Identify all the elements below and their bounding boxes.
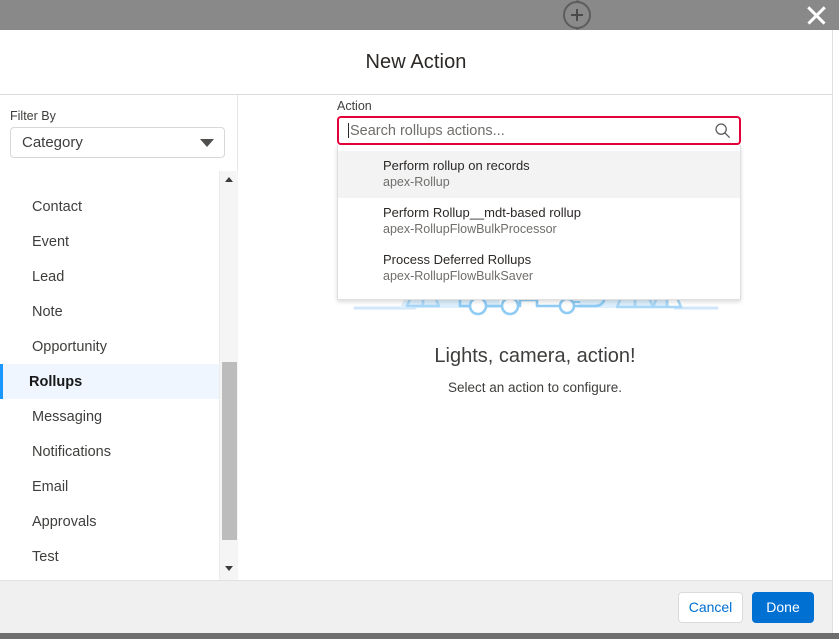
empty-state-title: Lights, camera, action! <box>238 345 832 368</box>
sidebar-item-opportunity[interactable]: Opportunity <box>0 329 219 364</box>
text-cursor <box>348 123 349 138</box>
dropdown-option[interactable]: Perform Rollup__mdt-based rollupapex-Rol… <box>338 198 740 245</box>
sidebar-item-note[interactable]: Note <box>0 294 219 329</box>
action-search-results-dropdown[interactable]: Perform rollup on recordsapex-RollupPerf… <box>337 145 741 300</box>
sidebar-item-test[interactable]: Test <box>0 539 219 574</box>
category-list-viewport: ContactEventLeadNoteOpportunityRollupsMe… <box>0 171 238 580</box>
sidebar-item-lead[interactable]: Lead <box>0 259 219 294</box>
close-icon[interactable] <box>802 1 830 29</box>
chevron-down-icon <box>200 139 214 147</box>
action-field-label: Action <box>337 99 372 113</box>
canvas-bottom-band <box>0 633 839 639</box>
page-title: New Action <box>365 51 466 74</box>
flow-builder-new-action-screen: New Action Filter By Category ContactEve… <box>0 0 839 639</box>
filter-by-selected-value: Category <box>22 134 200 151</box>
scroll-down-arrow-icon[interactable] <box>220 560 238 577</box>
dropdown-option-title: Perform Rollup__mdt-based rollup <box>383 204 728 221</box>
category-list-scrollbar[interactable] <box>219 171 238 580</box>
modal-header: New Action <box>0 30 832 95</box>
modal-body: Filter By Category ContactEventLeadNoteO… <box>0 95 832 580</box>
action-detail-panel: Action Search rollups actions... Perform… <box>238 95 832 580</box>
category-list: ContactEventLeadNoteOpportunityRollupsMe… <box>0 171 219 574</box>
dropdown-option-subtitle: apex-Rollup <box>383 174 728 191</box>
sidebar-item-email[interactable]: Email <box>0 469 219 504</box>
dropdown-option-subtitle: apex-RollupFlowBulkSaver <box>383 268 728 285</box>
sidebar-item-event[interactable]: Event <box>0 224 219 259</box>
sidebar-item-approvals[interactable]: Approvals <box>0 504 219 539</box>
action-search-box[interactable]: Search rollups actions... <box>337 116 741 145</box>
cancel-button[interactable]: Cancel <box>678 592 743 623</box>
done-button[interactable]: Done <box>752 592 814 623</box>
search-icon[interactable] <box>714 122 731 139</box>
dropdown-option[interactable]: Perform rollup on recordsapex-Rollup <box>338 151 740 198</box>
dropdown-option-subtitle: apex-RollupFlowBulkProcessor <box>383 221 728 238</box>
sidebar-item-contact[interactable]: Contact <box>0 189 219 224</box>
search-input[interactable]: Search rollups actions... <box>350 123 714 139</box>
scroll-up-arrow-icon[interactable] <box>220 171 238 188</box>
dropdown-option-title: Perform rollup on records <box>383 157 728 174</box>
sidebar-item-notifications[interactable]: Notifications <box>0 434 219 469</box>
empty-state-subtitle: Select an action to configure. <box>238 380 832 395</box>
new-action-modal: New Action Filter By Category ContactEve… <box>0 30 832 633</box>
sidebar-item-rollups[interactable]: Rollups <box>0 364 219 399</box>
filter-by-select[interactable]: Category <box>10 127 225 158</box>
dropdown-option-title: Process Deferred Rollups <box>383 251 728 268</box>
modal-right-gutter <box>832 30 839 633</box>
filter-sidebar: Filter By Category ContactEventLeadNoteO… <box>0 95 238 580</box>
filter-by-label: Filter By <box>10 109 237 123</box>
flow-canvas-band <box>0 0 839 30</box>
sidebar-item-messaging[interactable]: Messaging <box>0 399 219 434</box>
modal-footer: Cancel Done <box>0 580 832 633</box>
plus-circle-icon[interactable] <box>563 1 591 29</box>
scrollbar-thumb[interactable] <box>222 362 237 540</box>
dropdown-option[interactable]: Process Deferred Rollupsapex-RollupFlowB… <box>338 245 740 292</box>
